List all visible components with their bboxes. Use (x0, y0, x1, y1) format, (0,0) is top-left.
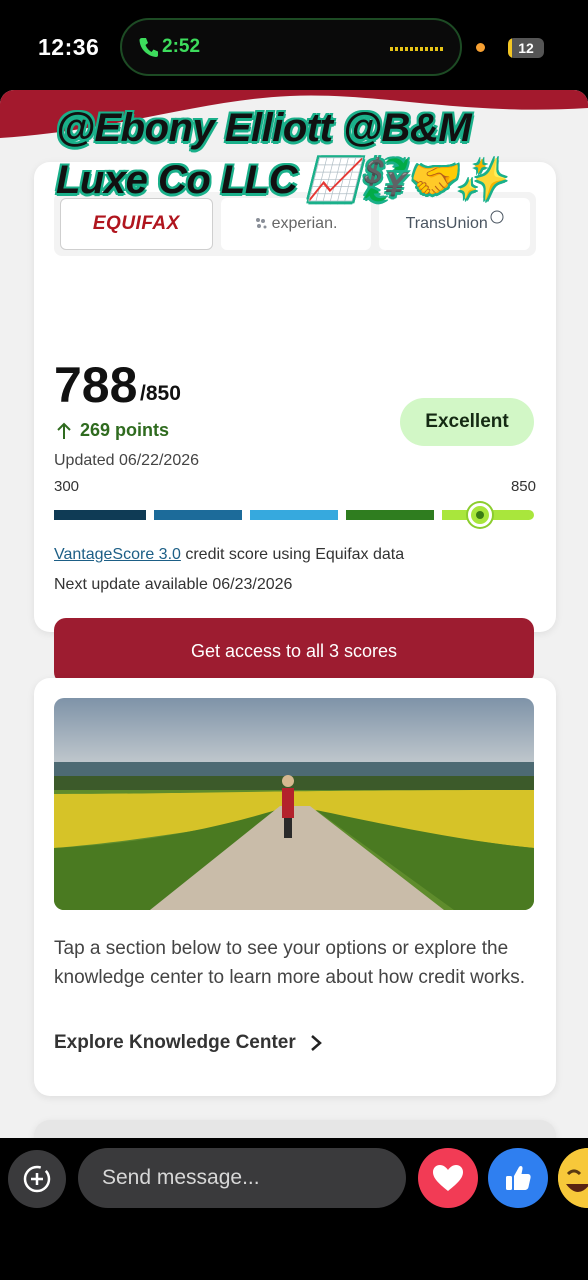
call-duration: 2:52 (162, 36, 201, 57)
audio-wave-icon (390, 47, 443, 51)
score-marker (468, 503, 492, 527)
add-media-button[interactable] (8, 1150, 66, 1208)
status-bar: 12:36 2:52 12 (0, 0, 588, 92)
emoji-reaction-button[interactable] (558, 1148, 588, 1208)
phone-icon (139, 38, 158, 57)
score-model-suffix: credit score using Equifax data (180, 546, 405, 563)
score-model-line: VantageScore 3.0 credit score using Equi… (54, 546, 404, 564)
next-section-card (34, 1120, 556, 1138)
score-change: 269 points (56, 420, 169, 441)
score-bar-segment-1 (54, 510, 146, 520)
story-mention-text-line-1: @Ebony Elliott @B&M (56, 106, 472, 150)
score-bar-segment-3 (250, 510, 338, 520)
battery-level: 12 (518, 40, 534, 56)
score-change-label: 269 points (80, 420, 170, 440)
score-range-min: 300 (54, 478, 80, 495)
chevron-right-icon (310, 1035, 322, 1051)
message-bar: Send message... (0, 1138, 588, 1280)
score-bar-segment-4 (346, 510, 434, 520)
score-range-bar (54, 503, 534, 527)
vantagescore-link[interactable]: VantageScore 3.0 (54, 546, 181, 563)
thumbs-up-icon (506, 1165, 531, 1190)
phone-screen: 12:36 2:52 12 @Ebony Elliott @B&M Luxe C… (0, 0, 588, 1280)
updated-date: Updated 06/22/2026 (54, 452, 200, 469)
credit-score-max: /850 (140, 382, 181, 405)
score-range-max: 850 (510, 478, 536, 495)
tab-transunion[interactable]: TransUnion (379, 198, 531, 250)
score-bar-segment-2 (154, 510, 242, 520)
plus-circle-icon (23, 1165, 51, 1193)
arrow-up-icon (57, 422, 71, 439)
explore-knowledge-center-link[interactable]: Explore Knowledge Center (54, 1032, 322, 1054)
transunion-logo-icon (490, 210, 504, 224)
clock: 12:36 (38, 34, 100, 60)
dynamic-island-call[interactable]: 2:52 (120, 18, 462, 76)
experian-logo-icon (255, 218, 267, 229)
score-marker-dot (476, 511, 484, 519)
credit-score-card: EQUIFAX experian. TransUnion 788 /850 26… (34, 162, 556, 684)
laughing-emoji-icon (558, 1148, 588, 1208)
experian-label: experian. (271, 215, 338, 232)
tab-experian[interactable]: experian. (220, 198, 372, 250)
like-reaction-button[interactable] (488, 1148, 548, 1208)
heart-icon (433, 1165, 463, 1191)
rating-badge: Excellent (400, 398, 534, 446)
heart-reaction-button[interactable] (418, 1148, 478, 1208)
explore-label: Explore Knowledge Center (54, 1032, 296, 1053)
knowledge-card: Tap a section below to see your options … (34, 678, 556, 1096)
story-mention-text-line-2: Luxe Co LLC 📈💱🤝✨ (56, 158, 506, 202)
battery-icon: 12 (508, 38, 544, 58)
tab-equifax[interactable]: EQUIFAX (60, 198, 213, 250)
message-input[interactable]: Send message... (78, 1148, 406, 1208)
credit-app-view: @Ebony Elliott @B&M Luxe Co LLC 📈💱🤝✨ EQU… (0, 90, 588, 1138)
privacy-indicator-dot (476, 43, 485, 52)
credit-score-value: 788 (54, 357, 138, 413)
knowledge-description: Tap a section below to see your options … (54, 938, 526, 988)
next-update-text: Next update available 06/23/2026 (54, 576, 293, 593)
transunion-label: TransUnion (405, 215, 488, 232)
field-road-hero-image (54, 698, 534, 910)
get-all-scores-button[interactable]: Get access to all 3 scores (54, 618, 534, 684)
